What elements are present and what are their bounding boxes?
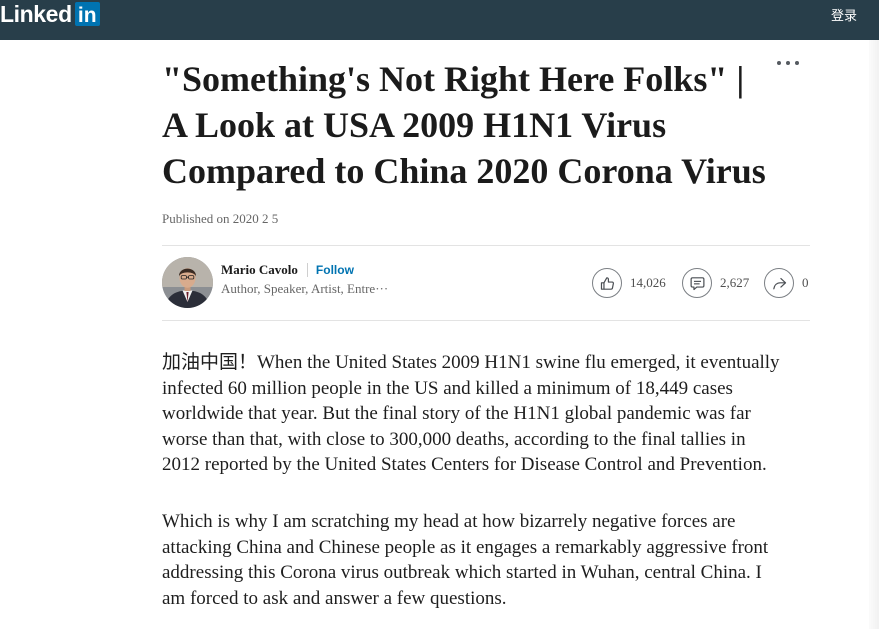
paragraph-line: Which is why I am scratching my head at … xyxy=(162,511,736,532)
follow-button[interactable]: Follow xyxy=(316,262,354,278)
article-title-line: A Look at USA 2009 H1N1 Virus xyxy=(162,105,667,145)
more-options-button[interactable] xyxy=(777,57,801,69)
paragraph-line: am forced to ask and answer a few questi… xyxy=(162,587,507,609)
paragraph-line: attacking China and Chinese people as it… xyxy=(162,536,769,558)
linkedin-logo[interactable]: Linked in xyxy=(0,1,100,27)
article-paragraph: Which is why I am scratching my head at … xyxy=(162,509,768,611)
author-name[interactable]: Mario Cavolo xyxy=(221,262,298,278)
like-icon xyxy=(600,276,614,290)
share-count: 0 xyxy=(802,275,809,290)
paragraph-line: worldwide that year. But the final story… xyxy=(162,403,751,424)
share-button[interactable] xyxy=(764,268,794,298)
paragraph-line: 2012 reported by the United States Cente… xyxy=(162,454,767,475)
paragraph-line: 加油中国！When the United States 2009 H1N1 sw… xyxy=(162,352,780,373)
comment-icon xyxy=(690,276,704,290)
comment-button[interactable] xyxy=(682,268,712,298)
author-headline: Author, Speaker, Artist, Entre··· xyxy=(221,281,389,296)
divider-top xyxy=(162,245,810,246)
article-title-line: "Something's Not Right Here Folks" | xyxy=(162,59,745,99)
article-title-line: Compared to China 2020 Corona Virus xyxy=(162,151,766,191)
article-title: "Something's Not Right Here Folks" | A L… xyxy=(162,56,766,194)
scrollbar-track[interactable] xyxy=(869,40,879,629)
more-options-dot xyxy=(795,61,799,65)
article-paragraph: 加油中国！When the United States 2009 H1N1 sw… xyxy=(162,350,780,478)
published-date: Published on 2020 2 5 xyxy=(162,211,279,226)
logo-wordmark: Linked xyxy=(0,1,72,27)
paragraph-line: worse than that, with close to 300,000 d… xyxy=(162,428,746,450)
comment-count: 2,627 xyxy=(720,275,750,290)
avatar-photo xyxy=(162,257,213,308)
more-options-dot xyxy=(786,61,790,65)
divider-bottom xyxy=(162,320,810,321)
top-nav-bar: Linked in 登录 xyxy=(0,0,879,40)
author-avatar[interactable] xyxy=(162,257,213,308)
logo-in-badge: in xyxy=(74,2,100,27)
like-action: 14,026 xyxy=(592,268,666,298)
comment-action: 2,627 xyxy=(682,268,749,298)
more-options-icon xyxy=(777,61,799,65)
more-options-dot xyxy=(777,61,781,65)
paragraph-line: addressing this Corona virus outbreak wh… xyxy=(162,562,762,583)
share-action: 0 xyxy=(764,268,809,298)
paragraph-line: infected 60 million people in the US and… xyxy=(162,377,733,399)
like-button[interactable] xyxy=(592,268,622,298)
like-count: 14,026 xyxy=(630,275,666,290)
share-icon xyxy=(772,277,786,289)
author-name-row: Mario Cavolo Follow xyxy=(221,262,354,278)
sign-in-link[interactable]: 登录 xyxy=(831,8,857,24)
author-separator xyxy=(306,263,308,277)
